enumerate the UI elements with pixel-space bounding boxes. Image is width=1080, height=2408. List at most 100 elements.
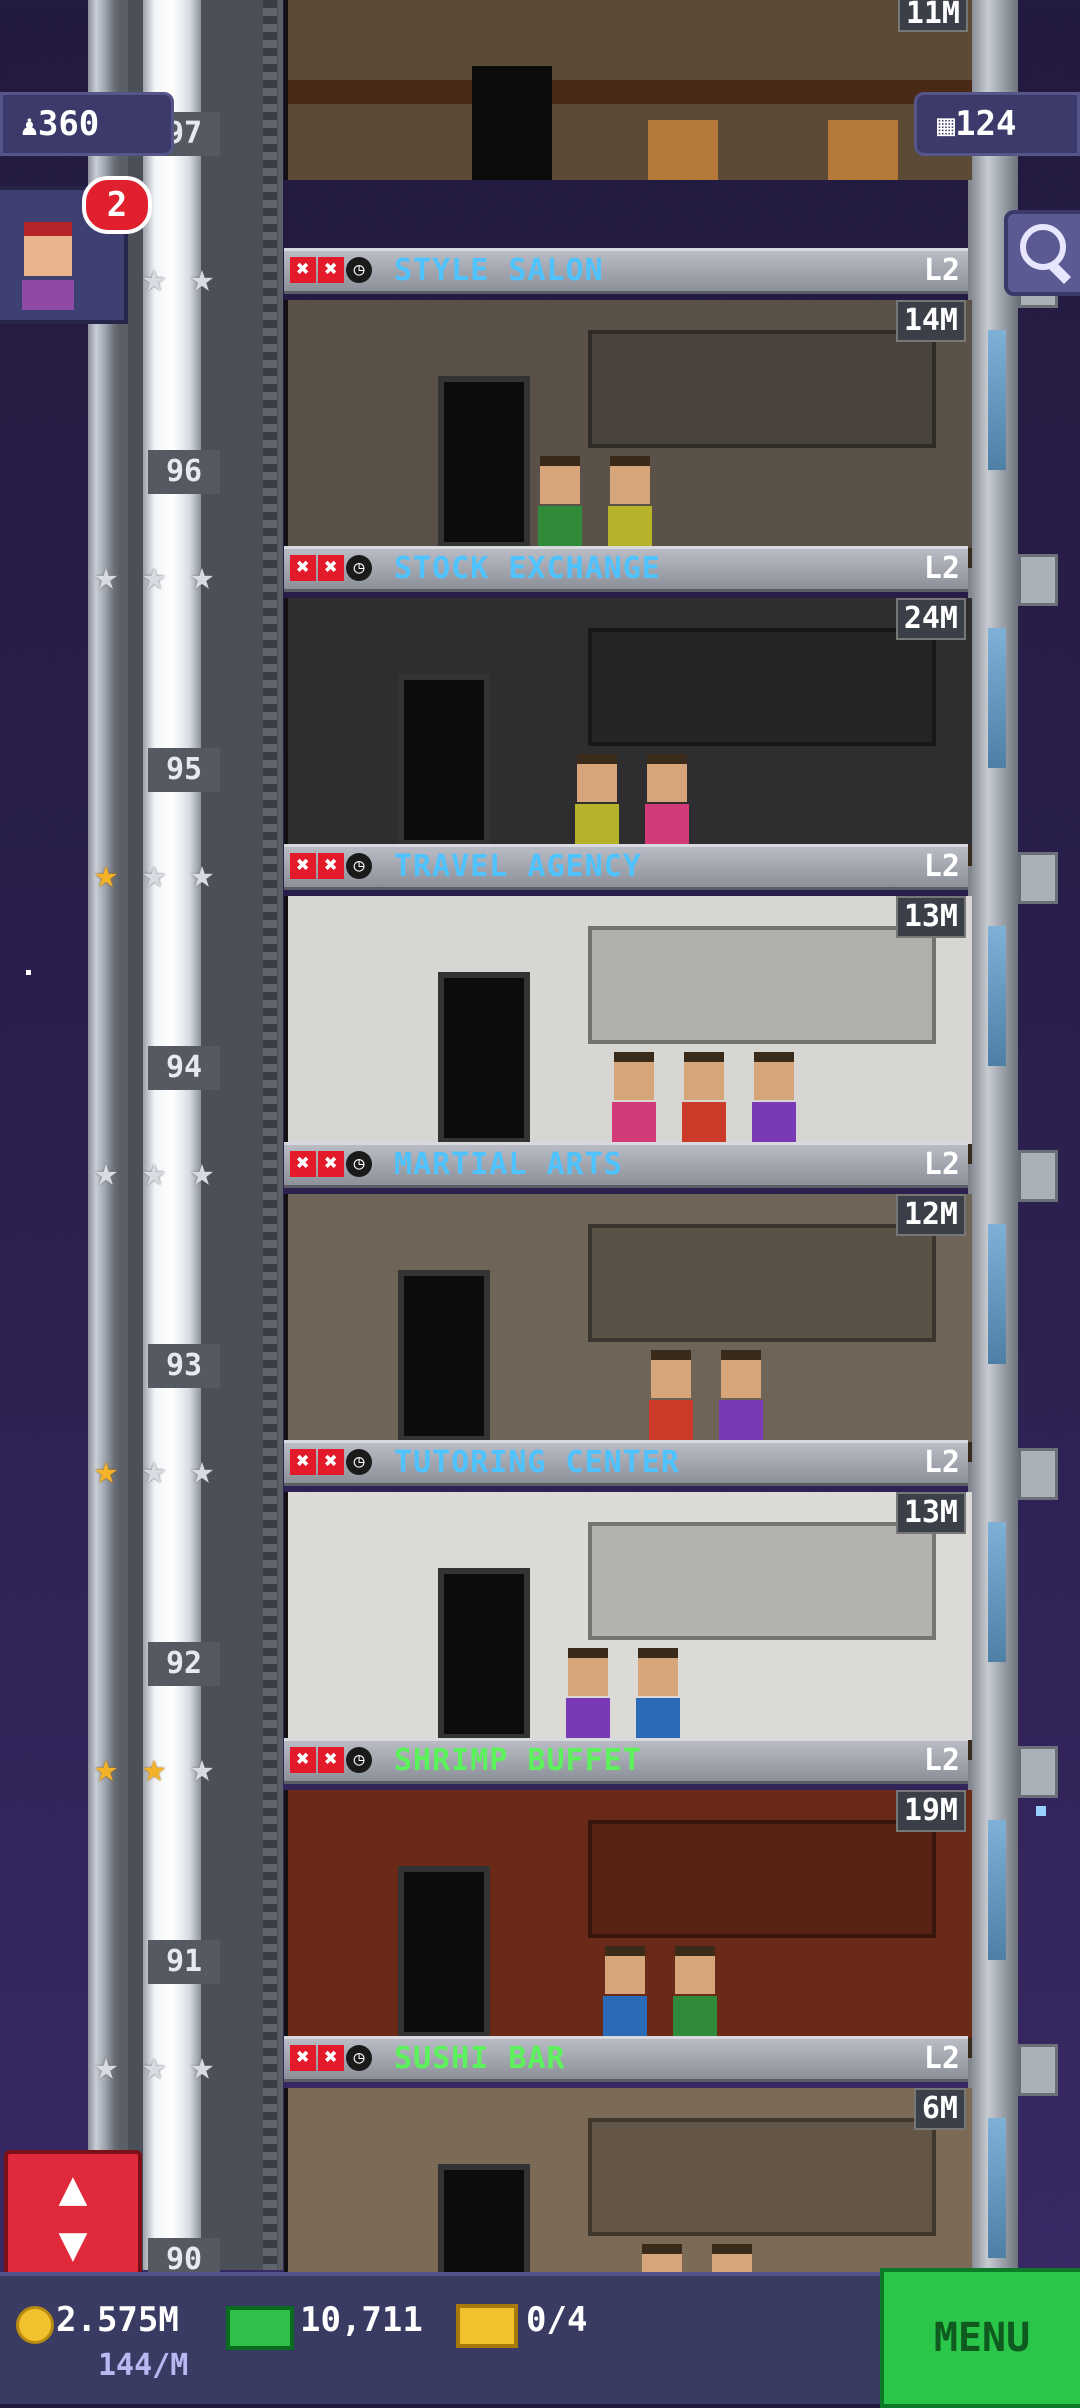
floor-room[interactable] [284,1492,972,1760]
floor-row[interactable]: ★ ★ ★ ✖ ✖ ◷ SHRIMP BUFFET L2 91 19M [88,1738,1018,2058]
search-button[interactable] [1004,210,1080,296]
sprite-head [651,1350,691,1398]
floor-name: SHRIMP BUFFET [394,1743,642,1778]
sprite-head [721,1350,761,1398]
silver-star-icon: ★ [189,851,215,897]
sprite-head [647,754,687,802]
floor-status-icons: ✖ ✖ ◷ [290,1747,372,1773]
room-door [398,1866,490,2038]
resident-sprite[interactable] [538,456,582,554]
sprite-head [754,1052,794,1100]
background-star [26,970,31,975]
stock-empty-icon: ✖ [290,1449,316,1475]
tower-ledge [1018,2044,1058,2096]
floor-banner[interactable]: ✖ ✖ ◷ STYLE SALON L2 [284,248,968,294]
floor-row[interactable]: ★ ★ ★ ✖ ✖ ◷ MARTIAL ARTS L2 93 12M [88,1142,1018,1462]
resident-sprite[interactable] [636,1648,680,1746]
floor-banner[interactable]: ✖ ✖ ◷ TRAVEL AGENCY L2 [284,844,968,890]
floor-banner[interactable]: ✖ ✖ ◷ MARTIAL ARTS L2 [284,1142,968,1188]
stock-empty-icon: ✖ [318,555,344,581]
tower-ledge [1018,554,1058,606]
floor-number: 95 [148,748,220,792]
silver-star-icon: ★ [189,1447,215,1493]
resident-sprite[interactable] [575,754,619,852]
silver-star-icon: ★ [141,553,167,599]
stock-empty-icon: ✖ [318,1747,344,1773]
menu-button[interactable]: MENU [880,2268,1080,2408]
stock-empty-icon: ✖ [290,1747,316,1773]
room-decor [588,330,936,448]
sprite-head [605,1946,645,1994]
resident-sprite[interactable] [612,1052,656,1150]
elevator-button[interactable]: ▲ ▼ [4,2150,142,2282]
floor-room[interactable] [284,300,972,568]
floor-price: 19M [895,1790,966,1832]
resident-sprite[interactable] [752,1052,796,1150]
sprite-head [684,1052,724,1100]
magnifier-icon [1020,224,1066,270]
gold-star-icon: ★ [93,851,119,897]
room-door [398,674,490,846]
resident-sprite[interactable] [603,1946,647,2044]
silver-star-icon: ★ [141,1149,167,1195]
floor-status-icons: ✖ ✖ ◷ [290,853,372,879]
clock-icon: ◷ [346,2045,372,2071]
tower[interactable]: 97 11M ★★★✖✖◷STYLE SALONL29614M★★★✖✖◷STO… [88,0,1058,2356]
floor-banner[interactable]: ✖ ✖ ◷ TUTORING CENTER L2 [284,1440,968,1486]
coin-rate: 144/M [98,2348,189,2383]
population-value: 360 [37,104,100,144]
room-door [438,972,530,1144]
stock-empty-icon: ✖ [290,2045,316,2071]
floor-banner[interactable]: ✖ ✖ ◷ SHRIMP BUFFET L2 [284,1738,968,1784]
sprite-head [675,1946,715,1994]
floor-level: L2 [923,849,960,884]
population-counter[interactable]: ♟360 [0,92,174,156]
visitor-avatar-body [22,280,74,310]
stock-empty-icon: ✖ [318,1449,344,1475]
room-door [438,1568,530,1740]
coins-value[interactable]: 2.575M [56,2298,179,2342]
floor-price: 24M [895,598,966,640]
resident-sprite[interactable] [673,1946,717,2044]
room-decor [588,628,936,746]
floor-room[interactable] [284,598,972,866]
floor-room[interactable] [284,1790,972,2058]
floor-row[interactable]: ★ ★ ★ ✖ ✖ ◷ STOCK EXCHANGE L2 95 24M [88,546,1018,866]
floor-banner[interactable]: ✖ ✖ ◷ SUSHI BAR L2 [284,2036,968,2082]
floor-row[interactable]: ★★★✖✖◷STYLE SALONL29614M [88,248,1018,568]
stock-empty-icon: ✖ [290,1151,316,1177]
floor-row[interactable]: ★ ★ ★ ✖ ✖ ◷ TRAVEL AGENCY L2 94 13M [88,844,1018,1164]
resident-sprite[interactable] [566,1648,610,1746]
room-decor [588,1820,936,1938]
floor-status-icons: ✖ ✖ ◷ [290,555,372,581]
floor-stars: ★ ★ ★ [84,1150,224,1194]
bux-value[interactable]: 10,711 [300,2298,423,2342]
floor-banner[interactable]: ✖ ✖ ◷ STOCK EXCHANGE L2 [284,546,968,592]
floor-status-icons: ✖ ✖ ◷ [290,1151,372,1177]
tickets-value[interactable]: 0/4 [526,2298,587,2342]
resident-sprite[interactable] [645,754,689,852]
room-top[interactable] [284,0,972,180]
floor-room[interactable] [284,1194,972,1462]
silver-star-icon: ★ [141,255,167,301]
stock-empty-icon: ✖ [318,2045,344,2071]
room-door [398,1270,490,1442]
resident-sprite[interactable] [608,456,652,554]
resident-sprite[interactable] [649,1350,693,1448]
floor-row[interactable]: ★ ★ ★ ✖ ✖ ◷ TUTORING CENTER L2 92 13M [88,1440,1018,1760]
floor-price: 11M [897,0,968,32]
floors-counter[interactable]: ▦124 [914,92,1080,156]
room-decor [588,1522,936,1640]
gold-star-icon: ★ [93,1447,119,1493]
resident-sprite[interactable] [719,1350,763,1448]
stock-empty-icon: ✖ [318,853,344,879]
floor-stars: ★ ★ ★ [84,2044,224,2088]
clock-icon: ◷ [346,1151,372,1177]
resident-sprite[interactable] [682,1052,726,1150]
floor-status-icons: ✖ ✖ ◷ [290,1449,372,1475]
sprite-head [614,1052,654,1100]
tower-ledge [1018,852,1058,904]
floor-room[interactable] [284,896,972,1164]
background-star [1036,1806,1046,1816]
floor-partial-top[interactable]: 97 11M [88,0,1018,180]
